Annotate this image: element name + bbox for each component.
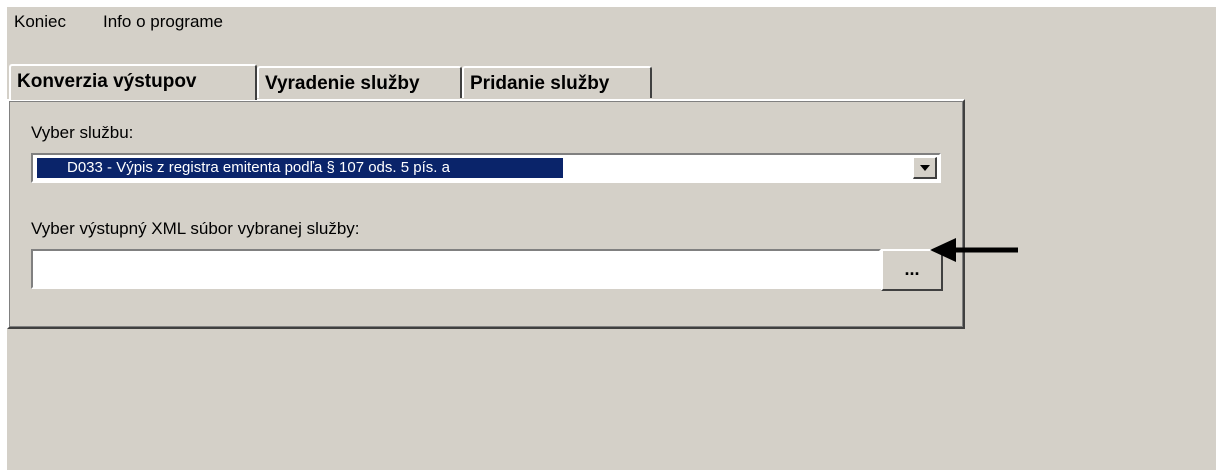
tab-vyradenie-sluzby[interactable]: Vyradenie služby <box>257 66 462 98</box>
chevron-down-icon <box>920 165 930 171</box>
arrow-head <box>930 238 956 262</box>
tab-label: Konverzia výstupov <box>17 71 197 92</box>
dropdown-button[interactable] <box>913 157 937 179</box>
file-label: Vyber výstupný XML súbor vybranej služby… <box>31 219 360 238</box>
service-select[interactable]: D033 - Výpis z registra emitenta podľa §… <box>31 153 941 183</box>
tab-label: Vyradenie služby <box>265 73 420 94</box>
service-label: Vyber službu: <box>31 123 134 142</box>
app-window: Koniec Info o programe Konverzia výstupo… <box>7 7 1216 470</box>
tab-panel: Vyber službu: D033 - Výpis z registra em… <box>7 99 965 329</box>
tab-pridanie-sluzby[interactable]: Pridanie služby <box>462 66 652 98</box>
menu-item-koniec[interactable]: Koniec <box>10 12 70 32</box>
menu-bar: Koniec Info o programe <box>7 7 1216 37</box>
file-path-input[interactable] <box>31 249 881 289</box>
service-selected-value: D033 - Výpis z registra emitenta podľa §… <box>37 158 563 178</box>
tab-konverzia-vystupov[interactable]: Konverzia výstupov <box>9 64 257 100</box>
arrow-left-icon <box>930 238 1018 262</box>
browse-button-label: ... <box>904 259 920 279</box>
menu-item-info[interactable]: Info o programe <box>99 12 227 32</box>
tab-label: Pridanie služby <box>470 73 610 94</box>
